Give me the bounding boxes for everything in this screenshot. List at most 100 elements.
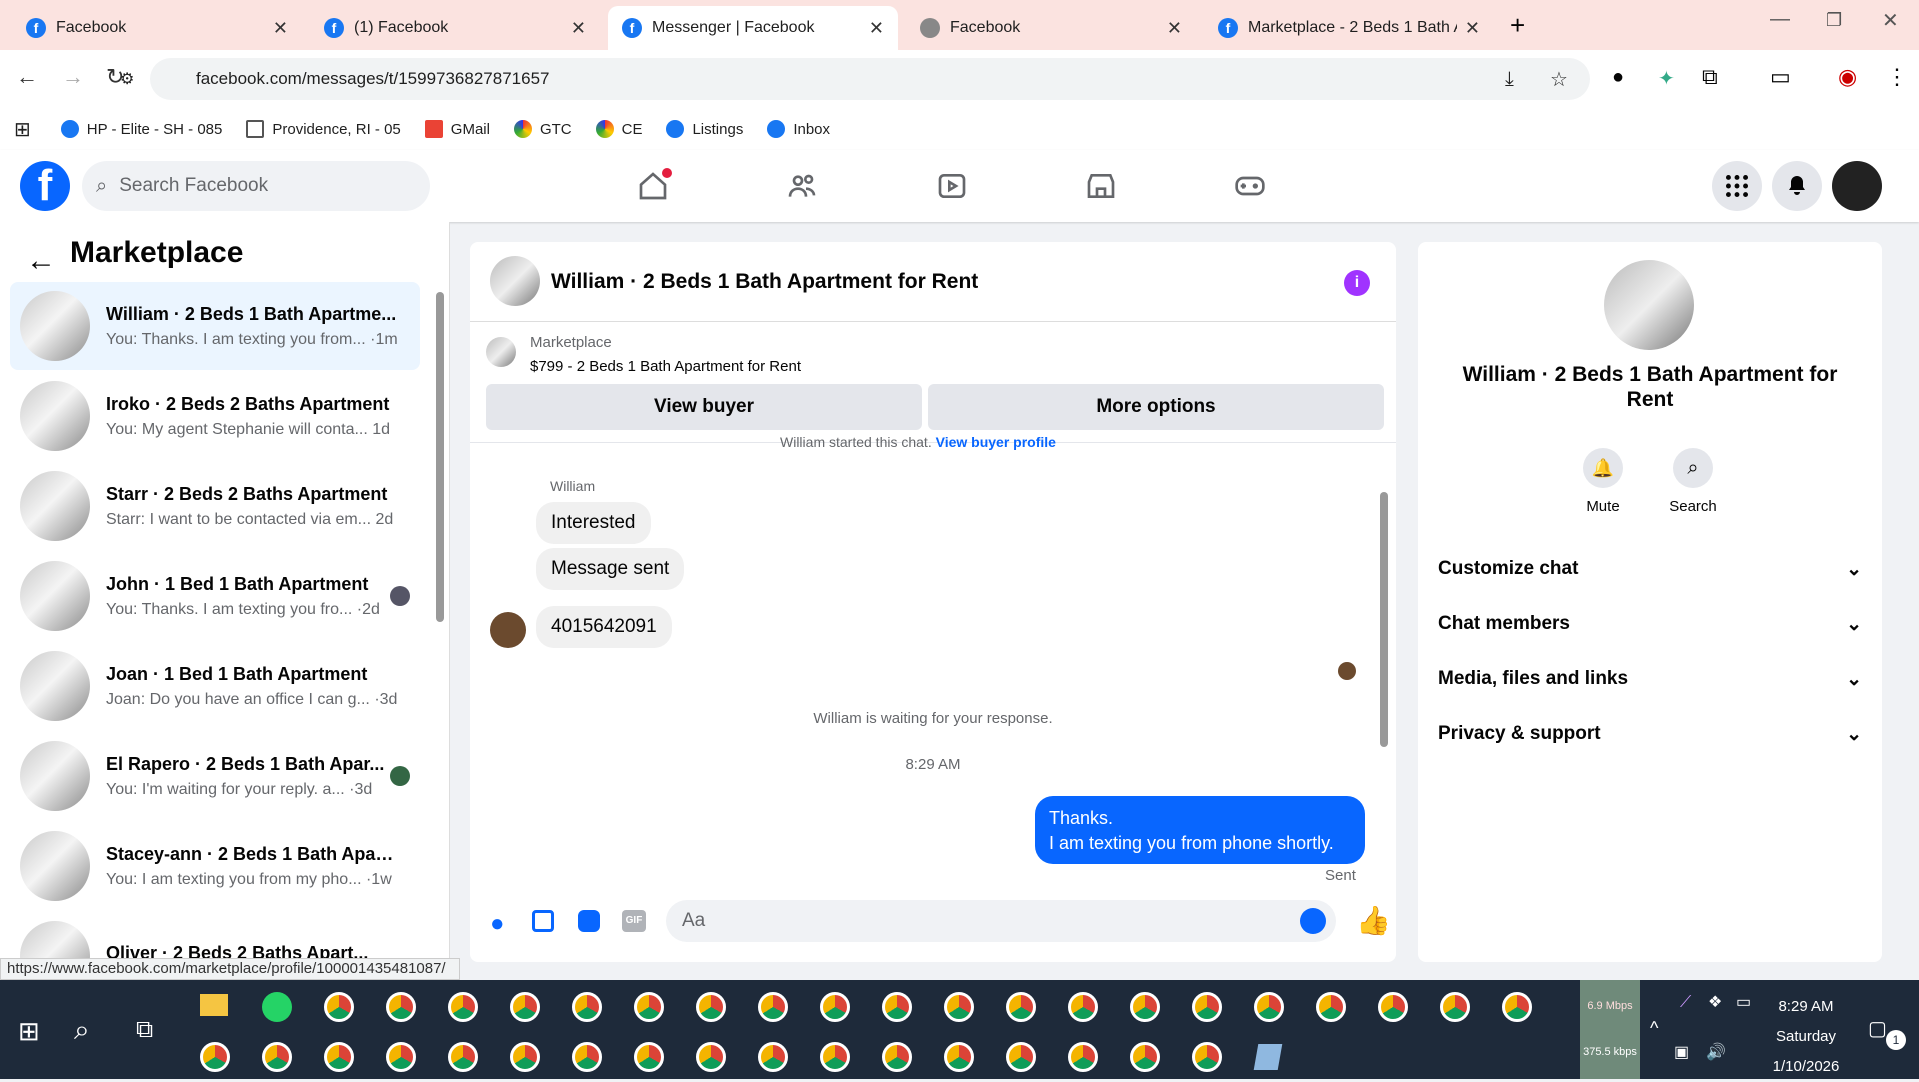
list-item[interactable]: El Rapero · 2 Beds 1 Bath Apar... You: I'… [10, 732, 420, 820]
chrome-icon[interactable] [1192, 1042, 1222, 1072]
message-bubble[interactable]: Message sent [536, 548, 685, 590]
search-icon[interactable]: ⌕ [1673, 448, 1713, 488]
tab-facebook-3[interactable]: Facebook ✕ [906, 6, 1196, 50]
chrome-icon[interactable] [758, 1042, 788, 1072]
chrome-icon[interactable] [1130, 1042, 1160, 1072]
back-icon[interactable]: ← [16, 64, 38, 90]
clock[interactable]: 8:29 AM Saturday 1/10/2026 [1756, 992, 1856, 1082]
chrome-icon[interactable] [1440, 992, 1470, 1022]
dropbox-icon[interactable]: ❖ [1708, 992, 1722, 1012]
privacy-support-section[interactable]: Privacy & support ⌄ [1438, 723, 1862, 746]
bookmark[interactable]: HP - Elite - SH - 085 [60, 120, 222, 138]
microphone-icon[interactable]: ● [490, 910, 505, 938]
chat-members-section[interactable]: Chat members ⌄ [1438, 613, 1862, 636]
close-icon[interactable]: ✕ [1465, 18, 1480, 39]
mute-label[interactable]: Mute [1573, 498, 1633, 515]
marketplace-icon[interactable] [1079, 164, 1123, 208]
tab-facebook-1[interactable]: f Facebook ✕ [12, 6, 302, 50]
sticker-icon[interactable] [578, 910, 600, 932]
chrome-icon[interactable] [820, 992, 850, 1022]
extension-icon[interactable]: ✦ [1658, 66, 1675, 91]
tab-search-icon[interactable]: ▭ [1770, 64, 1791, 90]
forward-icon[interactable]: → [62, 64, 84, 90]
close-icon[interactable]: ✕ [869, 18, 884, 39]
task-view-icon[interactable]: ⧉ [136, 1016, 153, 1044]
chrome-icon[interactable] [1254, 992, 1284, 1022]
chrome-icon[interactable] [882, 1042, 912, 1072]
list-item[interactable]: Iroko · 2 Beds 2 Baths Apartment You: My … [10, 372, 420, 460]
search-label[interactable]: Search [1663, 498, 1723, 515]
tab-messenger[interactable]: f Messenger | Facebook ✕ [608, 6, 898, 50]
back-arrow-icon[interactable]: ← [26, 244, 56, 278]
search-icon[interactable]: ⌕ [74, 1014, 90, 1047]
restore-button[interactable]: ❐ [1826, 10, 1842, 31]
profile-icon[interactable]: ◉ [1838, 64, 1857, 90]
chrome-icon[interactable] [758, 992, 788, 1022]
customize-chat-section[interactable]: Customize chat ⌄ [1438, 558, 1862, 581]
bell-icon[interactable] [1772, 161, 1822, 211]
file-explorer-icon[interactable] [200, 994, 228, 1016]
install-icon[interactable]: ⤓ [1505, 68, 1514, 91]
avatar[interactable] [490, 256, 540, 306]
view-buyer-profile-link[interactable]: View buyer profile [936, 434, 1056, 450]
battery-icon[interactable]: ▭ [1736, 992, 1751, 1012]
notepad-icon[interactable] [1253, 1044, 1283, 1070]
chevron-up-icon[interactable]: ^ [1650, 1018, 1658, 1039]
close-icon[interactable]: ✕ [1167, 18, 1182, 39]
chrome-icon[interactable] [1378, 992, 1408, 1022]
extension-cookie-icon[interactable]: ● [1612, 66, 1624, 89]
gaming-icon[interactable] [1228, 164, 1272, 208]
windows-start-icon[interactable]: ⊞ [18, 1016, 40, 1047]
chrome-icon[interactable] [510, 1042, 540, 1072]
minimize-button[interactable]: — [1770, 8, 1790, 31]
like-icon[interactable]: 👍 [1356, 904, 1391, 937]
friends-icon[interactable] [780, 164, 824, 208]
bookmark[interactable]: Inbox [767, 120, 830, 138]
puzzle-icon[interactable]: ⧉ [1702, 64, 1718, 90]
chrome-icon[interactable] [634, 992, 664, 1022]
media-files-section[interactable]: Media, files and links ⌄ [1438, 668, 1862, 691]
star-icon[interactable]: ☆ [1550, 67, 1568, 92]
message-bubble[interactable]: 4015642091 [536, 606, 672, 648]
message-input[interactable]: Aa [666, 900, 1336, 942]
chrome-icon[interactable] [324, 992, 354, 1022]
site-info-icon[interactable]: ⚙ [120, 69, 134, 89]
chrome-icon[interactable] [696, 1042, 726, 1072]
list-item[interactable]: Joan · 1 Bed 1 Bath Apartment Joan: Do yo… [10, 642, 420, 730]
list-item[interactable]: William · 2 Beds 1 Bath Apartme... You: T… [10, 282, 420, 370]
close-icon[interactable]: ✕ [571, 18, 586, 39]
chrome-icon[interactable] [386, 1042, 416, 1072]
chrome-icon[interactable] [1068, 992, 1098, 1022]
video-icon[interactable] [930, 164, 974, 208]
avatar[interactable] [1832, 161, 1882, 211]
url-field[interactable]: ⚙ facebook.com/messages/t/15997368278716… [120, 58, 1590, 100]
chrome-icon[interactable] [1068, 1042, 1098, 1072]
gif-icon[interactable]: GIF [622, 910, 646, 932]
volume-icon[interactable]: 🔊 [1706, 1042, 1726, 1062]
feather-icon[interactable]: ⟋ [1680, 994, 1691, 1012]
chrome-icon[interactable] [324, 1042, 354, 1072]
chrome-icon[interactable] [1502, 992, 1532, 1022]
chrome-icon[interactable] [448, 1042, 478, 1072]
list-item[interactable]: Stacey-ann · 2 Beds 1 Bath Apart... You: … [10, 822, 420, 910]
notifications-icon[interactable]: ▢ [1868, 1016, 1887, 1041]
bookmark[interactable]: GTC [513, 120, 572, 138]
listing-title[interactable]: $799 - 2 Beds 1 Bath Apartment for Rent [530, 358, 801, 375]
emoji-icon[interactable] [1300, 908, 1326, 934]
chrome-icon[interactable] [572, 1042, 602, 1072]
bookmark[interactable]: CE [595, 120, 642, 138]
image-icon[interactable] [532, 910, 554, 932]
scrollbar[interactable] [436, 292, 444, 622]
chrome-icon[interactable] [262, 1042, 292, 1072]
search-input[interactable]: ⌕ Search Facebook [82, 161, 430, 211]
sent-message-bubble[interactable]: Thanks. I am texting you from phone short… [1035, 796, 1365, 864]
chrome-icon[interactable] [1006, 1042, 1036, 1072]
scrollbar[interactable] [1380, 492, 1388, 747]
chrome-icon[interactable] [944, 1042, 974, 1072]
chrome-icon[interactable] [1130, 992, 1160, 1022]
chrome-icon[interactable] [1316, 992, 1346, 1022]
bookmark[interactable]: GMail [424, 120, 490, 138]
chat-title[interactable]: William · 2 Beds 1 Bath Apartment for Re… [551, 270, 978, 294]
apps-icon[interactable]: ⊞ [14, 117, 31, 142]
tab-marketplace[interactable]: f Marketplace - 2 Beds 1 Bath Ap ✕ [1204, 6, 1494, 50]
